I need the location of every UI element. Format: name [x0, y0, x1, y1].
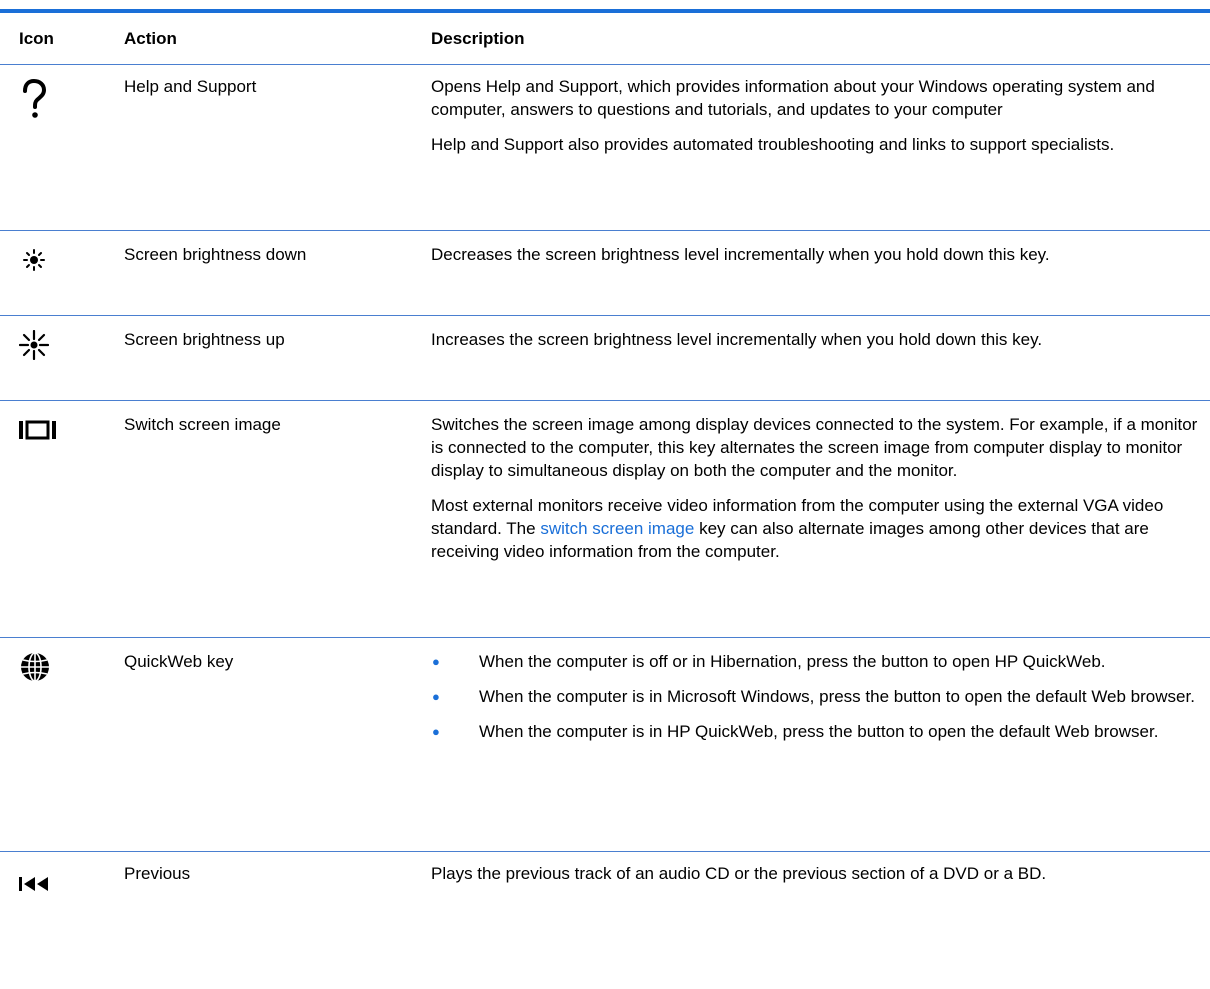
table-row-quickweb: QuickWeb key ● When the computer is off … — [0, 638, 1210, 852]
icon-cell — [0, 65, 105, 230]
bullet-text: When the computer is off or in Hibernati… — [479, 652, 1106, 671]
header-icon: Icon — [19, 28, 54, 48]
icon-cell — [0, 638, 105, 851]
action-label: Help and Support — [124, 77, 257, 96]
table-header-row: Icon Action Description — [0, 13, 1210, 65]
description-cell: ● When the computer is off or in Hiberna… — [410, 638, 1210, 851]
description-paragraph: Opens Help and Support, which provides i… — [431, 77, 1155, 119]
description-cell: Plays the previous track of an audio CD … — [410, 852, 1210, 932]
description-cell: Decreases the screen brightness level in… — [410, 231, 1210, 315]
description-paragraph: Help and Support also provides automated… — [431, 135, 1115, 154]
brightness-down-icon — [23, 249, 45, 271]
bullet-text: When the computer is in HP QuickWeb, pre… — [479, 722, 1159, 741]
description-cell: Switches the screen image among display … — [410, 401, 1210, 637]
table-row-help-support: Help and Support Opens Help and Support,… — [0, 65, 1210, 231]
description-paragraph: Most external monitors receive video inf… — [431, 494, 1198, 563]
table-row-brightness-down: Screen brightness down Decreases the scr… — [0, 231, 1210, 316]
description-cell: Increases the screen brightness level in… — [410, 316, 1210, 400]
bullet-text: When the computer is in Microsoft Window… — [479, 687, 1195, 706]
table-row-brightness-up: Screen brightness up Increases the scree… — [0, 316, 1210, 401]
description-paragraph: Decreases the screen brightness level in… — [431, 245, 1050, 264]
previous-track-icon — [19, 876, 53, 892]
description-paragraph: Increases the screen brightness level in… — [431, 330, 1043, 349]
brightness-up-icon — [19, 330, 49, 360]
action-label: QuickWeb key — [124, 652, 234, 671]
icon-cell — [0, 401, 105, 637]
icon-cell — [0, 231, 105, 315]
list-item: ● When the computer is in HP QuickWeb, p… — [431, 720, 1198, 743]
header-action: Action — [124, 29, 177, 48]
globe-icon — [20, 652, 50, 682]
question-mark-icon — [19, 79, 49, 119]
action-key-table: Icon Action Description Help and Support… — [0, 9, 1210, 932]
bullet-icon: ● — [432, 654, 440, 669]
table-row-previous: Previous Plays the previous track of an … — [0, 852, 1210, 932]
bullet-icon: ● — [432, 724, 440, 739]
action-label: Switch screen image — [124, 415, 281, 434]
header-description: Description — [431, 29, 525, 48]
description-cell: Opens Help and Support, which provides i… — [410, 65, 1210, 230]
switch-screen-image-link[interactable]: switch screen image — [540, 519, 694, 538]
table-row-switch-screen: Switch screen image Switches the screen … — [0, 401, 1210, 638]
bullet-icon: ● — [432, 689, 440, 704]
action-label: Screen brightness up — [124, 330, 285, 349]
switch-screen-icon — [19, 420, 57, 440]
description-paragraph: Switches the screen image among display … — [431, 415, 1198, 480]
icon-cell — [0, 852, 105, 932]
list-item: ● When the computer is off or in Hiberna… — [431, 650, 1198, 673]
icon-cell — [0, 316, 105, 400]
action-label: Screen brightness down — [124, 245, 307, 264]
action-label: Previous — [124, 864, 191, 883]
list-item: ● When the computer is in Microsoft Wind… — [431, 685, 1198, 708]
description-paragraph: Plays the previous track of an audio CD … — [431, 864, 1047, 883]
